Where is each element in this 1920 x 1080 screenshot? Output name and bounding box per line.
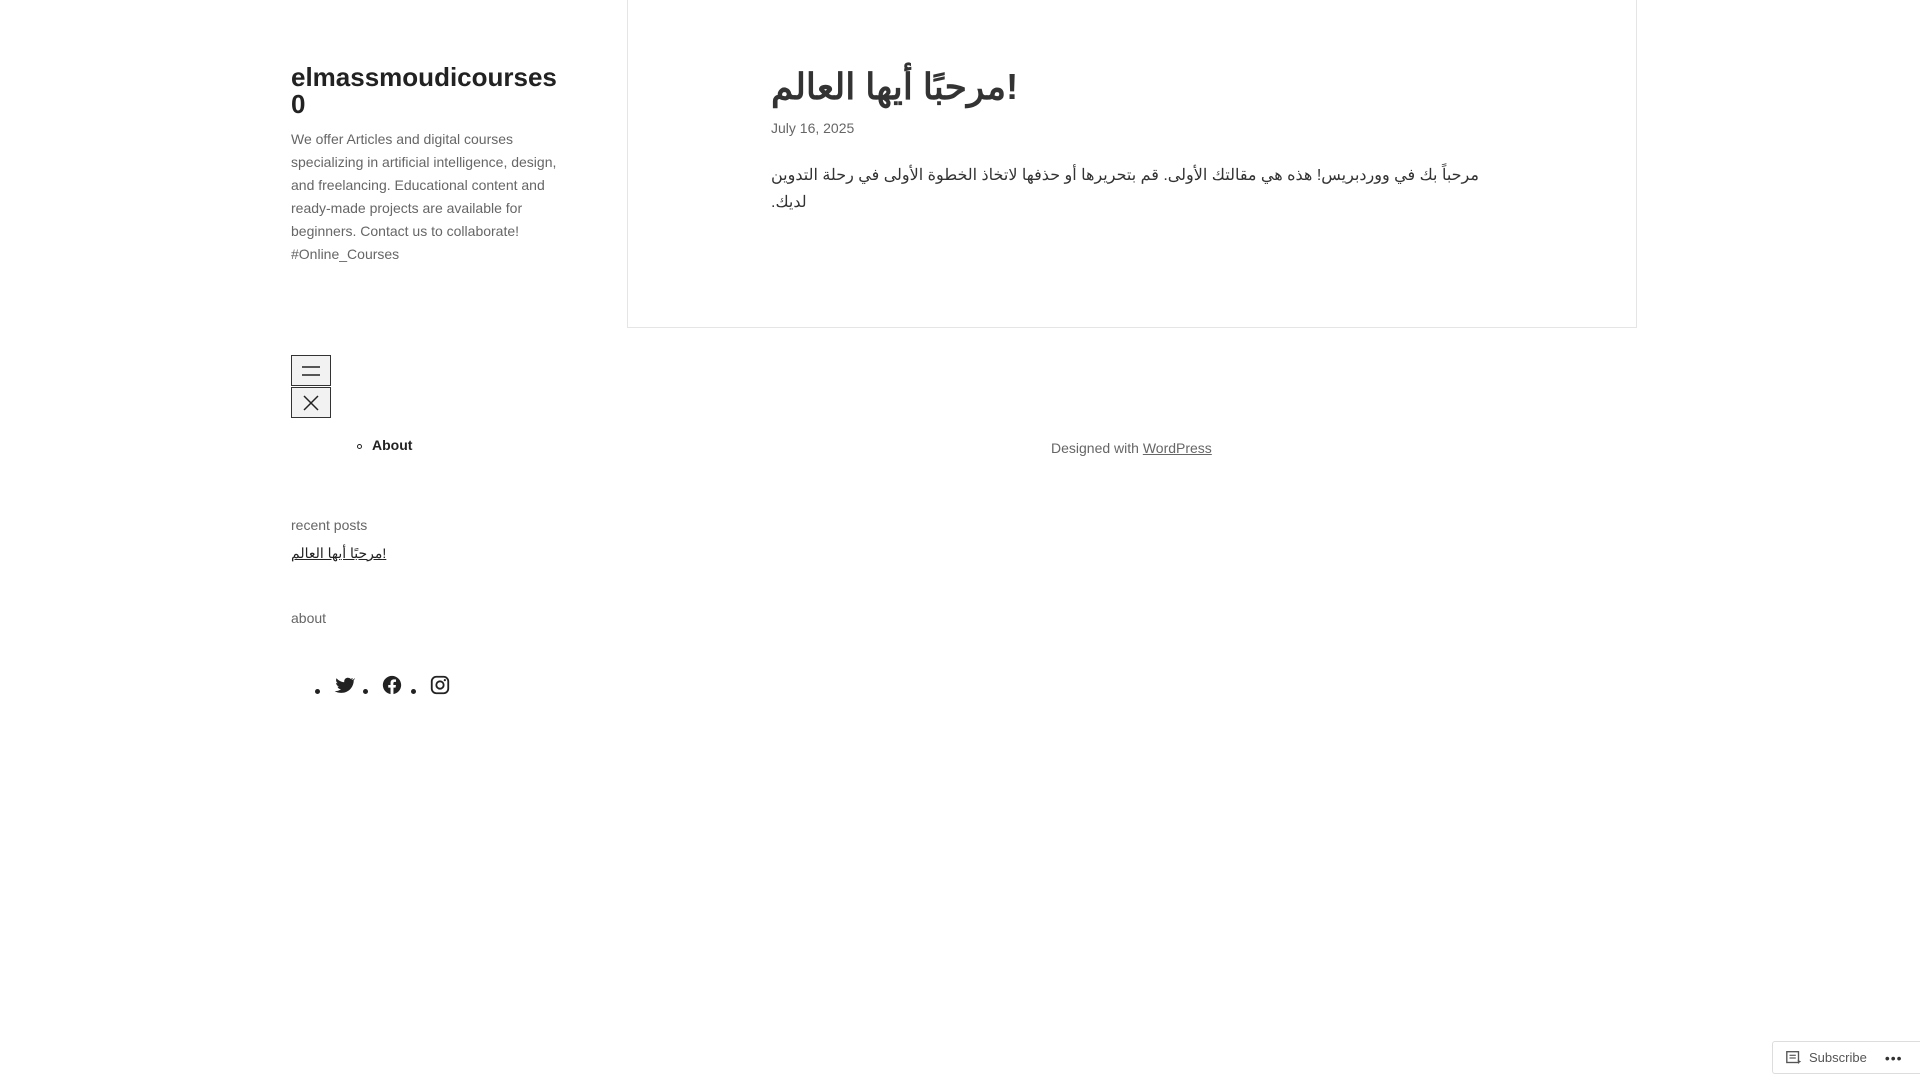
site-description: We offer Articles and digital courses sp… xyxy=(291,131,557,262)
recent-posts-title: recent posts xyxy=(291,517,368,533)
footer-credit-text: Designed with xyxy=(1051,440,1143,456)
menu-item-about[interactable]: About xyxy=(356,437,412,453)
post-article: مرحبًا أيها العالم! July 16, 2025 مرحباً… xyxy=(627,0,1637,328)
subscribe-icon xyxy=(1786,1050,1802,1065)
list-bullet xyxy=(411,689,416,694)
list-bullet xyxy=(363,689,368,694)
site-header: elmassmoudicourses0 We offer Articles an… xyxy=(291,64,571,266)
primary-menu: About xyxy=(291,437,412,453)
more-options-icon[interactable]: ••• xyxy=(1885,1050,1903,1066)
recent-post-link[interactable]: مرحبًا أيها العالم! xyxy=(291,545,386,562)
post-content: مرحباً بك في ووردبريس! هذه هي مقالتك الأ… xyxy=(771,167,1479,211)
twitter-icon[interactable] xyxy=(333,674,355,696)
social-links xyxy=(291,672,459,696)
about-widget-title: about xyxy=(291,610,327,626)
list-bullet xyxy=(315,689,320,694)
menu-close-button[interactable] xyxy=(291,387,331,418)
wordpress-link[interactable]: WordPress xyxy=(1143,440,1212,456)
subscribe-button[interactable]: Subscribe xyxy=(1809,1050,1867,1065)
post-date[interactable]: July 16, 2025 xyxy=(771,120,854,136)
post-title[interactable]: مرحبًا أيها العالم! xyxy=(771,64,1018,110)
menu-open-button[interactable] xyxy=(291,355,331,386)
facebook-icon[interactable] xyxy=(381,674,403,696)
page: elmassmoudicourses0 We offer Articles an… xyxy=(0,0,1920,1080)
hamburger-icon xyxy=(302,365,320,376)
site-footer: Designed with WordPress xyxy=(1051,440,1212,456)
subscribe-bar[interactable]: Subscribe ••• xyxy=(1772,1041,1920,1074)
site-title[interactable]: elmassmoudicourses0 xyxy=(291,64,571,118)
close-icon xyxy=(303,394,319,411)
instagram-icon[interactable] xyxy=(429,674,451,696)
